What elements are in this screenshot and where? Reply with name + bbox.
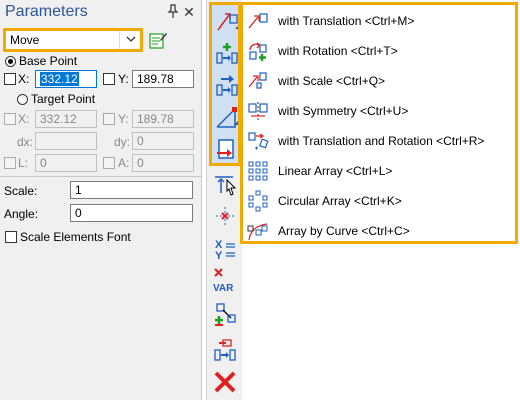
target-x-label: X: xyxy=(18,112,30,126)
angle-label: Angle: xyxy=(4,207,39,221)
move-icon[interactable] xyxy=(213,7,241,35)
dropdown-separator xyxy=(119,31,120,49)
menu-item-label: Array by Curve <Ctrl+C> xyxy=(278,224,410,238)
rotation-icon xyxy=(247,40,269,62)
target-y-input[interactable]: 189.78 xyxy=(132,110,194,128)
menu-item-linear-array[interactable]: Linear Array <Ctrl+L> xyxy=(243,156,515,186)
circular-array-icon xyxy=(247,190,269,212)
transform-icon[interactable] xyxy=(211,300,239,328)
menu-item-label: with Translation and Rotation <Ctrl+R> xyxy=(278,134,485,148)
chevron-down-icon xyxy=(126,34,136,47)
menu-item-label: with Rotation <Ctrl+T> xyxy=(278,44,398,58)
array-curve-icon xyxy=(247,220,269,242)
menu-item-label: Circular Array <Ctrl+K> xyxy=(278,194,402,208)
menu-item-translation-rotation[interactable]: with Translation and Rotation <Ctrl+R> xyxy=(243,126,515,156)
align-icon[interactable] xyxy=(211,172,239,200)
mode-value: Move xyxy=(10,33,40,47)
vertical-toolbar: X Y VAR xyxy=(206,0,242,400)
dx-label: dx: xyxy=(17,135,34,149)
scale-input[interactable]: 1 xyxy=(70,181,193,199)
base-x-checkbox[interactable] xyxy=(4,73,16,85)
panel-title: Parameters xyxy=(5,3,88,20)
divider xyxy=(0,176,201,177)
angle-input[interactable]: 0 xyxy=(70,204,193,222)
move-to-icon[interactable] xyxy=(213,135,241,163)
scale-label: Scale: xyxy=(4,184,38,198)
base-y-label: Y: xyxy=(118,72,129,86)
variables-icon[interactable]: X Y xyxy=(211,234,239,262)
a-checkbox[interactable] xyxy=(103,157,115,169)
base-x-input[interactable]: 332.12 xyxy=(35,70,97,88)
move-forward-icon[interactable] xyxy=(213,71,241,99)
target-point-label: Target Point xyxy=(31,92,96,106)
scale-font-label: Scale Elements Font xyxy=(20,230,131,244)
menu-item-label: Linear Array <Ctrl+L> xyxy=(278,164,393,178)
menu-item-translation[interactable]: with Translation <Ctrl+M> xyxy=(243,6,515,36)
edit-list-icon[interactable] xyxy=(148,30,168,50)
menu-item-symmetry[interactable]: with Symmetry <Ctrl+U> xyxy=(243,96,515,126)
pin-icon[interactable] xyxy=(166,4,180,20)
dy-input[interactable]: 0 xyxy=(132,132,194,150)
target-x-input[interactable]: 332.12 xyxy=(35,110,97,128)
move-scale-icon[interactable] xyxy=(213,103,241,131)
move-copy-icon[interactable] xyxy=(213,39,241,67)
translation-icon xyxy=(247,10,269,32)
move-save-icon[interactable] xyxy=(211,336,239,364)
menu-item-circular-array[interactable]: Circular Array <Ctrl+K> xyxy=(243,186,515,216)
snap-point-icon[interactable] xyxy=(211,202,239,230)
cancel-icon[interactable] xyxy=(211,368,239,396)
mode-dropdown[interactable]: Move xyxy=(3,28,143,52)
translation-rotation-icon xyxy=(247,130,269,152)
menu-item-label: with Translation <Ctrl+M> xyxy=(278,14,415,28)
base-y-checkbox[interactable] xyxy=(103,73,115,85)
menu-item-scale[interactable]: with Scale <Ctrl+Q> xyxy=(243,66,515,96)
base-point-radio[interactable] xyxy=(5,56,16,67)
target-y-label: Y: xyxy=(118,112,129,126)
symmetry-icon xyxy=(247,100,269,122)
target-y-checkbox[interactable] xyxy=(103,113,115,125)
base-point-label: Base Point xyxy=(19,54,78,68)
a-label: A: xyxy=(118,156,130,170)
linear-array-icon xyxy=(247,160,269,182)
l-checkbox[interactable] xyxy=(4,157,16,169)
menu-item-array-by-curve[interactable]: Array by Curve <Ctrl+C> xyxy=(243,216,515,246)
base-x-label: X: xyxy=(18,72,30,86)
close-icon[interactable]: ✕ xyxy=(182,4,196,20)
base-x-value: 332.12 xyxy=(40,72,79,86)
svg-text:VAR: VAR xyxy=(213,283,234,293)
target-point-radio[interactable] xyxy=(17,94,28,105)
parameters-panel: Parameters ✕ Move Base Point X: 332.12 Y… xyxy=(0,0,202,400)
move-tools-group xyxy=(209,2,241,166)
dy-label: dy: xyxy=(114,135,131,149)
menu-item-label: with Scale <Ctrl+Q> xyxy=(278,74,386,88)
base-y-input[interactable]: 189.78 xyxy=(132,70,194,88)
move-flyout-menu: with Translation <Ctrl+M> with Rotation … xyxy=(240,2,518,244)
a-input[interactable]: 0 xyxy=(132,154,194,172)
l-label: L: xyxy=(18,156,29,170)
scale-font-checkbox[interactable] xyxy=(5,231,17,243)
scale-icon xyxy=(247,70,269,92)
menu-item-label: with Symmetry <Ctrl+U> xyxy=(278,104,409,118)
target-x-checkbox[interactable] xyxy=(4,113,16,125)
var-delete-icon[interactable]: VAR xyxy=(211,266,239,294)
svg-text:Y: Y xyxy=(215,250,223,260)
l-input[interactable]: 0 xyxy=(35,154,97,172)
dx-input[interactable] xyxy=(35,132,97,150)
menu-item-rotation[interactable]: with Rotation <Ctrl+T> xyxy=(243,36,515,66)
